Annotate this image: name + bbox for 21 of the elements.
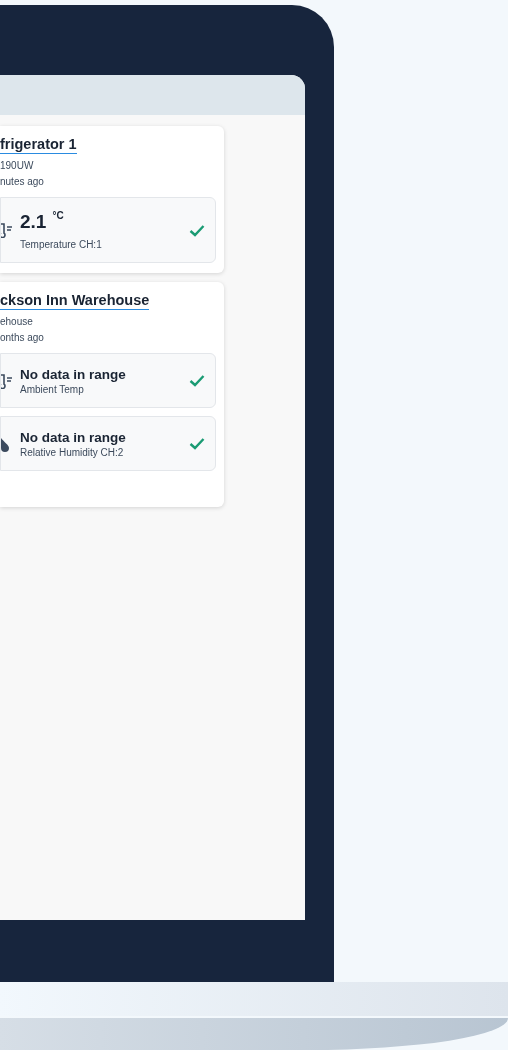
unit-label: °C <box>52 209 64 222</box>
device-model: 190UW <box>0 159 35 172</box>
check-icon <box>189 437 205 450</box>
sensor-reading: 2.1 <box>20 209 47 234</box>
sensor-label: Relative Humidity CH:2 <box>20 445 125 459</box>
device-name-link[interactable]: ckson Inn Warehouse <box>0 291 150 310</box>
sensor-tile[interactable]: No data in range Ambient Temp <box>0 353 216 408</box>
device-model: ehouse <box>0 315 34 328</box>
device-name-link[interactable]: frigerator 1 <box>0 135 77 154</box>
thermometer-icon <box>1 372 12 389</box>
sensor-label: Temperature CH:1 <box>20 237 103 251</box>
check-icon <box>189 374 205 387</box>
sensor-tile[interactable]: No data in range Relative Humidity CH:2 <box>0 416 216 471</box>
sensor-reading: No data in range <box>20 365 126 383</box>
last-updated: nutes ago <box>0 175 45 188</box>
thermometer-icon <box>1 222 12 238</box>
last-updated: onths ago <box>0 331 45 344</box>
sensor-tile[interactable]: 2.1 °C Temperature CH:1 <box>0 197 216 263</box>
sensor-reading: No data in range <box>20 428 126 446</box>
check-icon <box>189 223 205 237</box>
sensor-label: Ambient Temp <box>20 382 85 396</box>
